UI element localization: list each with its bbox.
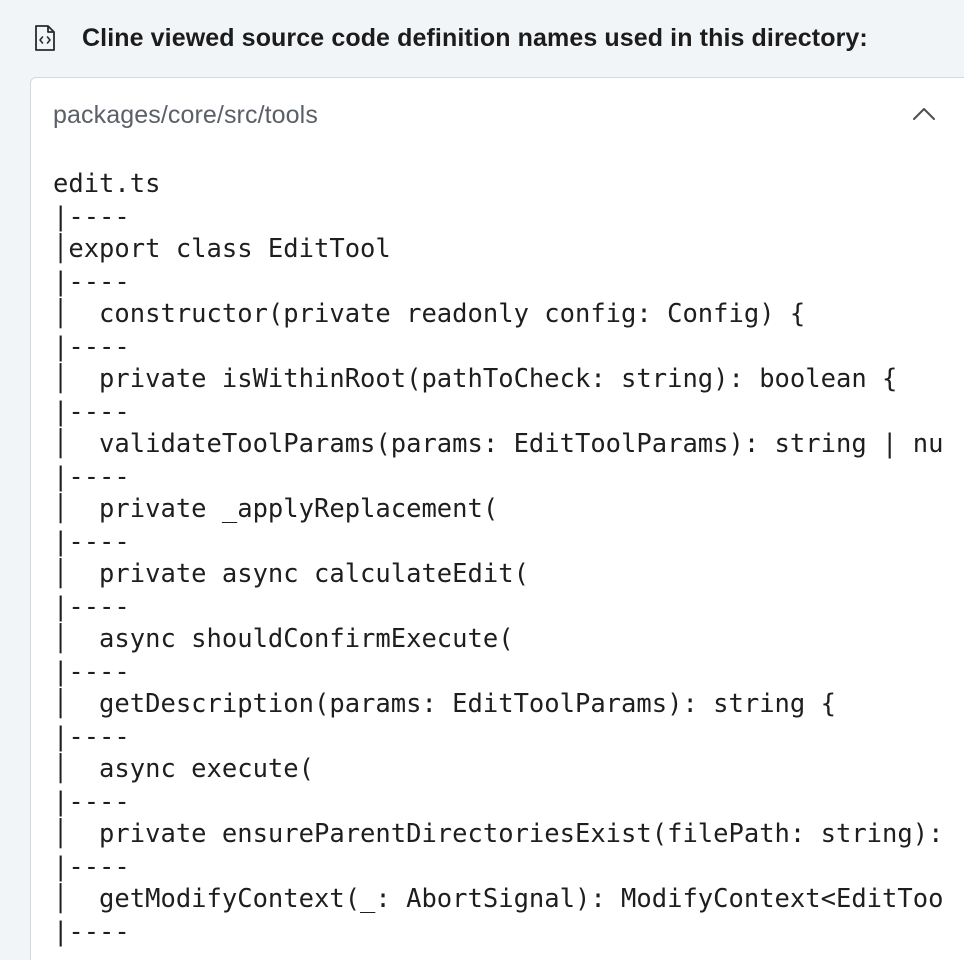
definitions-panel: packages/core/src/tools edit.ts |---- │exp… <box>30 77 964 960</box>
code-line: |---- <box>53 201 130 232</box>
code-line: │ validateToolParams(params: EditToolPar… <box>53 429 944 459</box>
code-line: |---- <box>53 656 130 687</box>
code-line: |---- <box>53 786 130 817</box>
code-line: |---- <box>53 916 130 947</box>
code-line: │ private isWithinRoot(pathToCheck: stri… <box>53 364 898 394</box>
file-code-icon <box>32 23 58 53</box>
code-line: │ private _applyReplacement( <box>53 494 499 524</box>
code-line: |---- <box>53 721 130 752</box>
code-line: |---- <box>53 526 130 557</box>
code-line: |---- <box>53 396 130 427</box>
code-line: edit.ts <box>53 169 161 199</box>
code-line: │export class EditTool <box>53 234 391 264</box>
code-line: |---- <box>53 591 130 622</box>
header-title: Cline viewed source code definition name… <box>82 23 868 52</box>
code-line: │ constructor(private readonly config: C… <box>53 299 806 329</box>
code-line: |---- <box>53 266 130 297</box>
code-line: |---- <box>53 851 130 882</box>
code-line: │ async shouldConfirmExecute( <box>53 624 514 654</box>
code-line: |---- <box>53 331 130 362</box>
directory-toggle[interactable]: packages/core/src/tools <box>31 78 961 152</box>
code-line: │ async execute( <box>53 754 314 784</box>
code-line: │ private async calculateEdit( <box>53 559 529 589</box>
tool-header: Cline viewed source code definition name… <box>32 20 952 56</box>
code-line: │ private ensureParentDirectoriesExist(f… <box>53 819 944 849</box>
code-line: │ getModifyContext(_: AbortSignal): Modi… <box>53 884 944 914</box>
definitions-code: edit.ts |---- │export class EditTool |---- │… <box>53 168 943 948</box>
chevron-up-icon[interactable] <box>909 101 939 127</box>
code-line: │ getDescription(params: EditToolParams)… <box>53 689 836 719</box>
code-line: |---- <box>53 461 130 492</box>
directory-path: packages/core/src/tools <box>53 100 318 129</box>
